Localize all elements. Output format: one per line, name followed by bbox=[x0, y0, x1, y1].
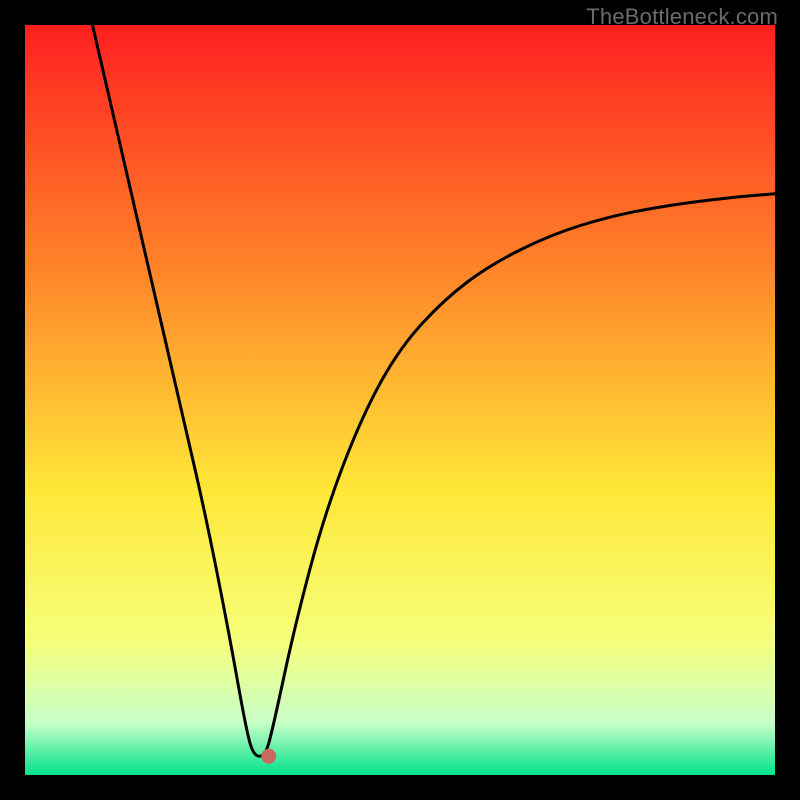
chart-svg bbox=[0, 0, 800, 800]
plot-area bbox=[25, 25, 775, 775]
watermark-text: TheBottleneck.com bbox=[586, 4, 778, 30]
bottleneck-chart: TheBottleneck.com bbox=[0, 0, 800, 800]
optimal-point-marker bbox=[261, 749, 276, 764]
